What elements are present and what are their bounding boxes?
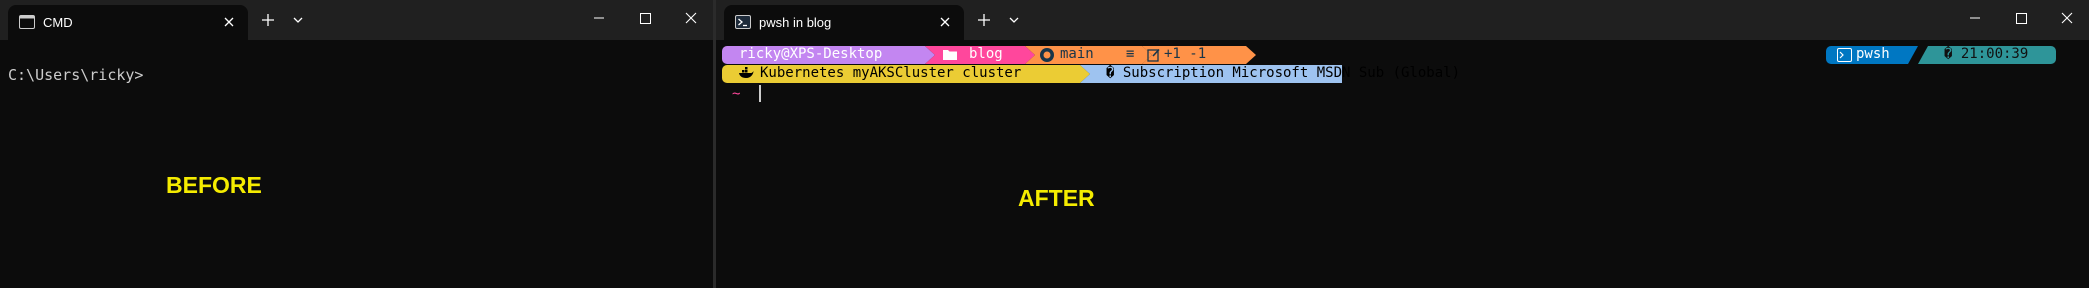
segment-time: � 21:00:39	[1944, 46, 2029, 62]
segment-git-status: ≡	[1126, 46, 1135, 62]
pwsh-terminal-window: pwsh in blog ricky@XPS-Desktop blog main…	[716, 0, 2089, 288]
tab-pwsh[interactable]: pwsh in blog	[724, 5, 964, 40]
segment-git-branch: main	[1060, 46, 1094, 62]
after-label: AFTER	[1018, 185, 1095, 211]
maximize-icon[interactable]	[633, 8, 657, 28]
segment-kube: Kubernetes myAKSCluster cluster	[760, 65, 1022, 81]
segment-path: blog	[969, 46, 1003, 62]
segment-shell: pwsh	[1856, 46, 1890, 62]
before-label: BEFORE	[166, 172, 262, 198]
segment-git-changes: +1 -1	[1164, 46, 1207, 62]
segment-azure: � Subscription Microsoft MSDN Sub (Globa…	[1106, 65, 1461, 81]
folder-icon	[943, 50, 957, 60]
maximize-icon[interactable]	[2009, 8, 2033, 28]
close-icon[interactable]	[2055, 8, 2079, 28]
titlebar: pwsh in blog	[716, 0, 2089, 40]
close-icon[interactable]	[679, 8, 703, 28]
powershell-icon	[735, 15, 751, 29]
chevron-down-icon[interactable]	[291, 14, 305, 26]
titlebar: CMD	[0, 0, 713, 40]
tab-cmd[interactable]: CMD	[8, 5, 248, 40]
segment-user: ricky@XPS-Desktop	[739, 46, 883, 62]
cmd-terminal-window: CMD C:\Users\ricky> BEFORE	[0, 0, 713, 288]
close-icon[interactable]	[938, 15, 952, 29]
command-prompt[interactable]: C:\Users\ricky>	[8, 66, 143, 84]
input-prompt: ~	[732, 86, 741, 102]
tab-title: CMD	[43, 15, 73, 30]
plus-icon[interactable]	[976, 12, 992, 28]
close-icon[interactable]	[222, 15, 236, 29]
chevron-down-icon[interactable]	[1007, 14, 1021, 26]
plus-icon[interactable]	[260, 12, 276, 28]
tab-title: pwsh in blog	[759, 15, 832, 30]
minimize-icon[interactable]	[1963, 8, 1987, 28]
console-window-icon	[19, 15, 35, 29]
minimize-icon[interactable]	[587, 8, 611, 28]
text-cursor[interactable]	[759, 85, 761, 102]
